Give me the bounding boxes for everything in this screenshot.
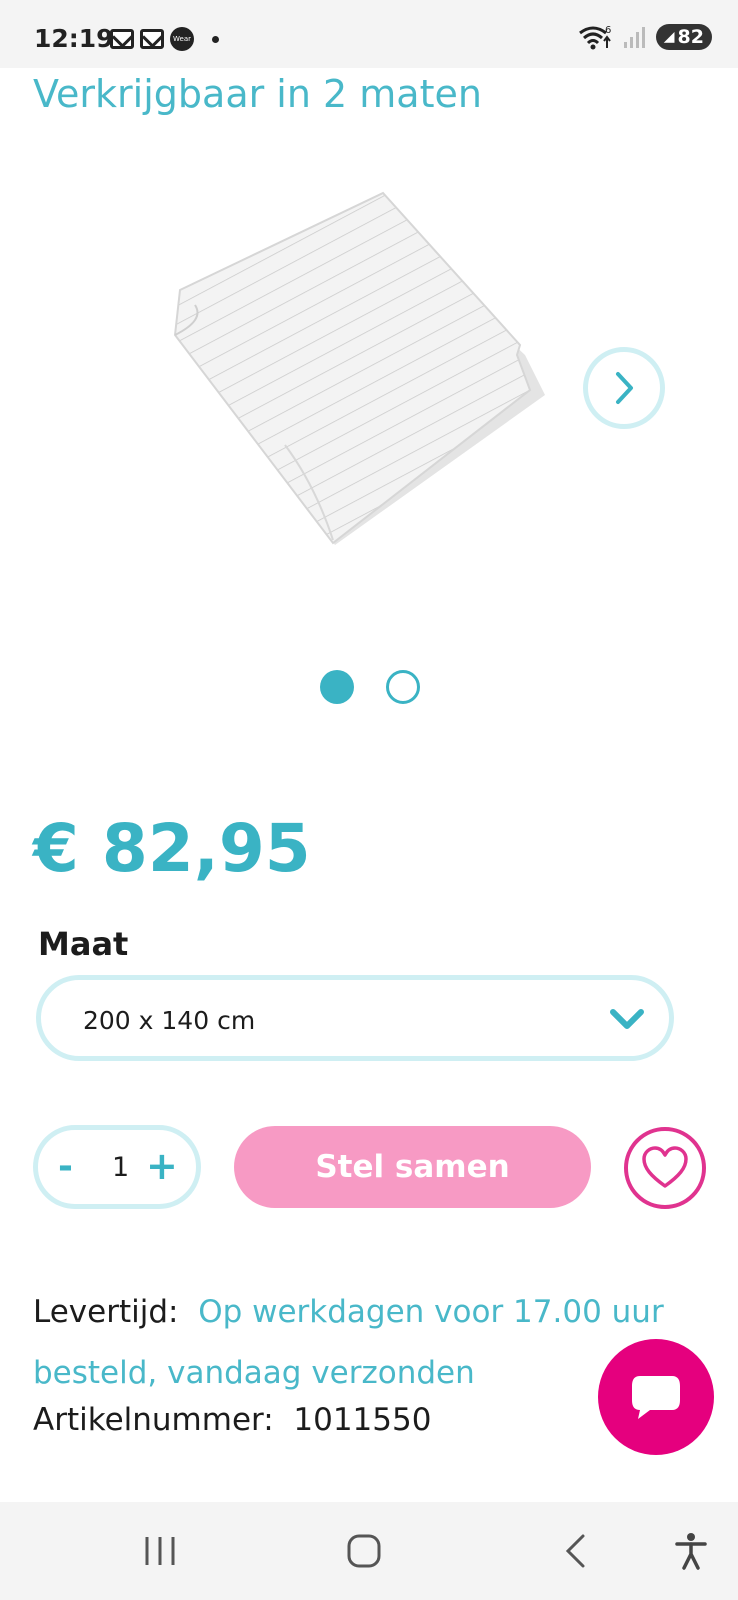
home-button[interactable]: [344, 1530, 384, 1572]
dot-icon: [212, 35, 219, 43]
recent-apps-button[interactable]: [140, 1530, 180, 1572]
quantity-stepper: - 1 +: [33, 1125, 201, 1209]
product-image[interactable]: [165, 185, 565, 555]
back-icon: [565, 1534, 585, 1568]
article-number-label: Artikelnummer:: [33, 1402, 274, 1438]
carousel-dot-2[interactable]: [386, 670, 420, 704]
quantity-increase-button[interactable]: +: [146, 1144, 178, 1188]
recent-apps-icon: [145, 1537, 175, 1565]
home-icon: [347, 1534, 381, 1568]
delivery-label: Levertijd:: [33, 1294, 179, 1330]
quantity-decrease-button[interactable]: -: [58, 1146, 73, 1187]
wifi-icon: 6: [578, 25, 611, 50]
system-nav-bar: [0, 1502, 738, 1600]
chevron-right-icon: [616, 372, 633, 404]
mail-icon: [140, 29, 164, 49]
quantity-value[interactable]: 1: [112, 1152, 129, 1183]
size-selected-value: 200 x 140 cm: [83, 1006, 256, 1035]
carousel-dot-1[interactable]: [320, 670, 354, 704]
status-time: 12:19: [34, 24, 114, 53]
heart-icon: [642, 1146, 688, 1188]
article-number-value: 1011550: [293, 1402, 432, 1438]
product-price: € 82,95: [33, 810, 311, 887]
stel-samen-button[interactable]: Stel samen: [234, 1126, 591, 1208]
size-select[interactable]: 200 x 140 cm: [36, 975, 674, 1061]
wifi-badge: 6: [605, 25, 611, 36]
mail-icon: [110, 29, 134, 49]
back-button[interactable]: [560, 1530, 590, 1572]
chevron-down-icon: [610, 1009, 644, 1029]
carousel-dots: [0, 670, 738, 704]
battery-level: 82: [677, 26, 704, 48]
battery-indicator: ◢ 82: [655, 24, 712, 50]
delivery-info: Levertijd: Op werkdagen voor 17.00 uur b…: [33, 1282, 673, 1404]
chat-bubble-icon: [632, 1376, 680, 1419]
status-bar: 12:19 Wear 6 ◢ 82: [0, 0, 738, 68]
accessibility-button[interactable]: [673, 1530, 709, 1572]
notification-icons: Wear: [110, 27, 219, 51]
favorite-button[interactable]: [624, 1127, 706, 1209]
accessibility-icon: [675, 1533, 707, 1570]
article-number: Artikelnummer: 1011550: [33, 1402, 431, 1438]
wear-icon: Wear: [170, 27, 194, 51]
product-subtitle: Verkrijgbaar in 2 maten: [33, 72, 482, 116]
signal-icon: [623, 27, 645, 48]
carousel-next-button[interactable]: [583, 347, 665, 429]
battery-saver-icon: ◢: [663, 29, 675, 45]
size-label: Maat: [38, 925, 129, 963]
system-icons: 6 ◢ 82: [578, 24, 712, 50]
chat-button[interactable]: [598, 1339, 714, 1455]
